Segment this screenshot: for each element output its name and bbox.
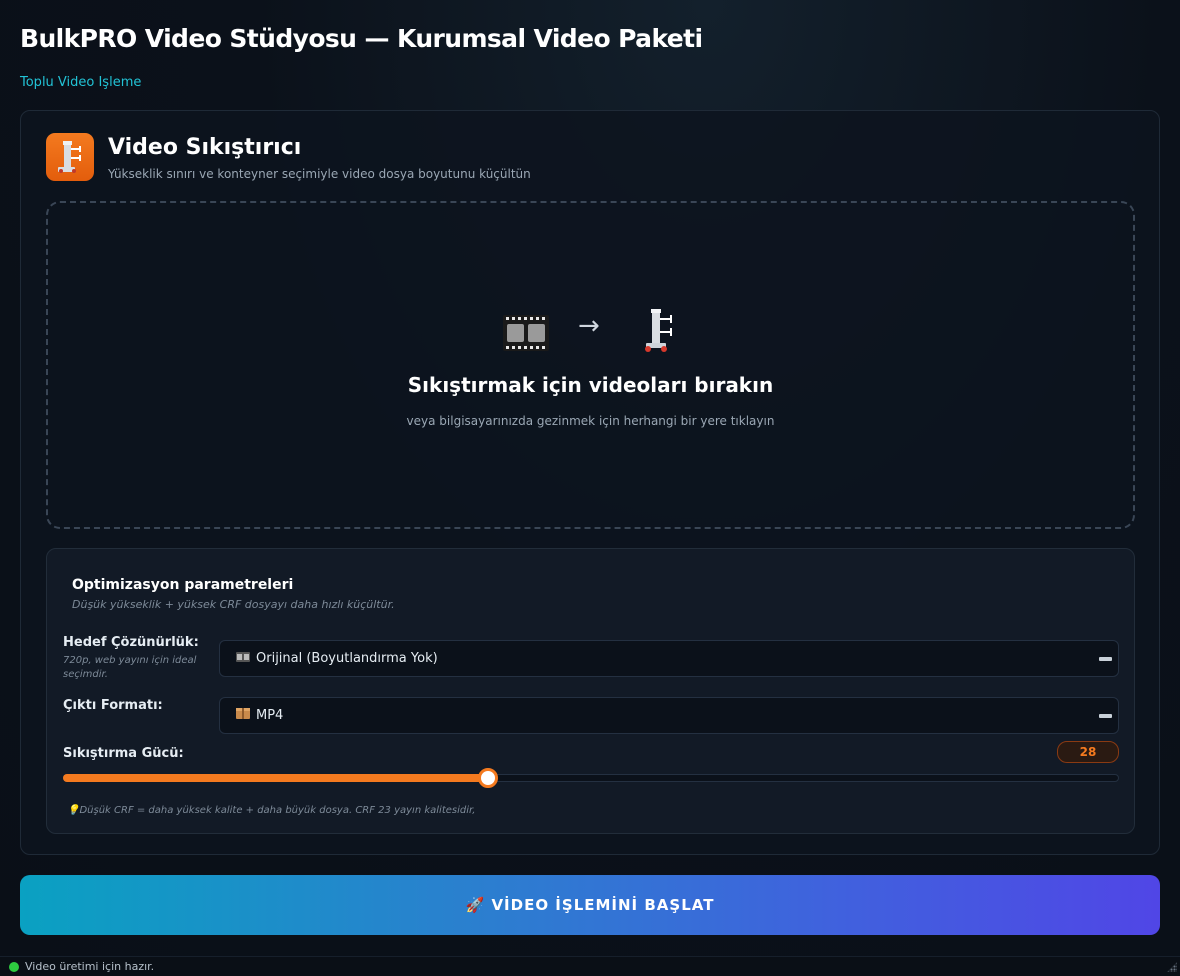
status-indicator-icon [9,962,19,972]
tool-title: Video Sıkıştırıcı [108,135,302,160]
dropzone-title: Sıkıştırmak için videoları bırakın [407,373,774,397]
format-value: MP4 [256,708,284,723]
params-note: Düşük yükseklik + yüksek CRF dosyayı dah… [72,598,395,611]
arrow-right-icon: → [578,311,600,341]
dropzone-icons: → [48,307,1133,355]
film-frames-icon [236,641,250,676]
compression-label: Sıkıştırma Gücü: [63,746,184,761]
resize-grip-icon[interactable] [1167,962,1177,972]
compressor-panel: Video Sıkıştırıcı Yükseklik sınırı ve ko… [20,110,1160,855]
dropdown-caret-icon [1099,657,1112,661]
dropzone-hint: veya bilgisayarınızda gezinmek için herh… [406,414,775,428]
status-text: Video üretimi için hazır. [25,960,155,973]
slider-fill [63,774,488,782]
crf-tip: 💡Düşük CRF = daha yüksek kalite + daha b… [67,805,476,816]
optimization-params: Optimizasyon parametreleri Düşük yüksekl… [46,548,1135,834]
start-processing-button[interactable]: 🚀 VİDEO İŞLEMİNİ BAŞLAT [20,875,1160,935]
format-label: Çıktı Formatı: [63,698,163,713]
app-title: BulkPRO Video Stüdyosu — Kurumsal Video … [20,24,703,53]
package-icon [236,698,250,733]
params-title: Optimizasyon parametreleri [72,577,294,593]
resolution-value: Orijinal (Boyutlandırma Yok) [256,651,438,666]
dropdown-caret-icon [1099,714,1112,718]
compression-slider[interactable] [63,768,1119,788]
film-strip-icon [503,315,549,355]
video-dropzone[interactable]: → Sıkıştırmak için videoları bırakın vey… [46,201,1135,529]
slider-thumb[interactable] [477,768,498,788]
resolution-select[interactable]: Orijinal (Boyutlandırma Yok) [219,640,1119,677]
resolution-help: 720p, web yayını için ideal seçimdir. [63,655,197,680]
format-select[interactable]: MP4 [219,697,1119,734]
clamp-icon [638,307,682,357]
resolution-label: Hedef Çözünürlük: [63,635,199,650]
app-subtitle: Toplu Video Işleme [20,75,142,90]
status-bar: Video üretimi için hazır. [0,956,1180,976]
crf-value-badge: 28 [1057,741,1119,763]
clamp-icon [46,133,94,181]
tool-description: Yükseklik sınırı ve konteyner seçimiyle … [108,167,531,181]
